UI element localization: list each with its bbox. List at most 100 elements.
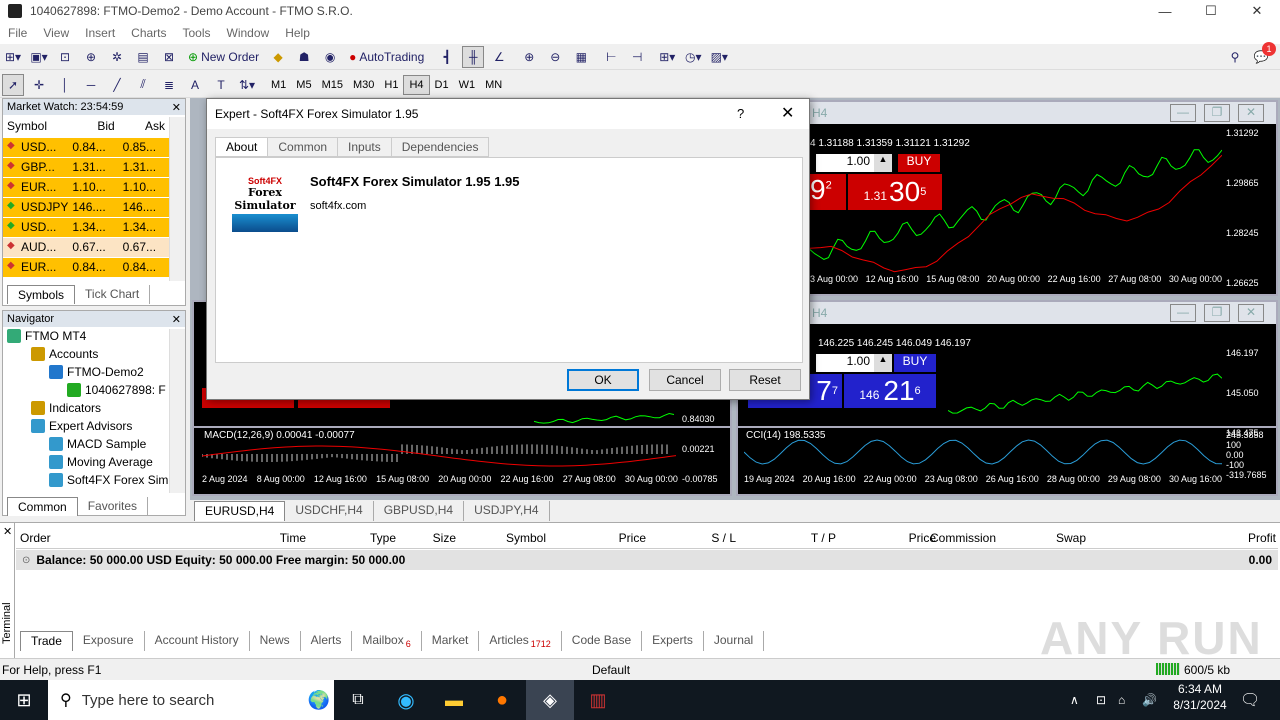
tab-alerts[interactable]: Alerts	[301, 631, 353, 652]
tab-exposure[interactable]: Exposure	[73, 631, 145, 652]
col-price[interactable]: Price	[556, 531, 646, 545]
symbol-row[interactable]: EUR... ◆ 1.10... 1.10...	[3, 177, 169, 198]
wifi-icon[interactable]: ⌂	[1118, 693, 1125, 707]
nav-item-macd-sample[interactable]: MACD Sample	[7, 435, 185, 453]
tray-chevron-icon[interactable]: ∧	[1070, 693, 1079, 707]
periods-icon[interactable]: ◷▾	[682, 46, 704, 68]
text-icon[interactable]: A	[184, 74, 206, 96]
tab-trade[interactable]: Trade	[20, 631, 73, 652]
zoom-out-icon[interactable]: ⊖	[544, 46, 566, 68]
col-symbol[interactable]: Symbol	[456, 531, 546, 545]
restore-button[interactable]: ❐	[1204, 304, 1230, 322]
nav-item-moving-average[interactable]: Moving Average	[7, 453, 185, 471]
tab-about[interactable]: About	[215, 137, 269, 157]
navigator-scrollbar[interactable]	[169, 329, 185, 493]
tab-inputs[interactable]: Inputs	[337, 137, 392, 157]
ok-button[interactable]: OK	[567, 369, 639, 391]
indicators-icon[interactable]: ⊞▾	[656, 46, 678, 68]
col-swap[interactable]: Swap	[976, 531, 1086, 545]
col-time[interactable]: Time	[216, 531, 306, 545]
new-order-button[interactable]: ⊕ New Order	[184, 46, 263, 68]
text-label-icon[interactable]: T	[210, 74, 232, 96]
tab-tick-chart[interactable]: Tick Chart	[75, 285, 151, 304]
chart-tab-usdjpy-h4[interactable]: USDJPY,H4	[464, 501, 550, 521]
new-chart-icon[interactable]: ⊞▾	[2, 46, 24, 68]
zoom-in-icon[interactable]: ⊕	[518, 46, 540, 68]
data-window-icon[interactable]: ⊕	[80, 46, 102, 68]
symbol-row[interactable]: USD... ◆ 1.34... 1.34...	[3, 217, 169, 238]
tab-common[interactable]: Common	[267, 137, 339, 157]
chart-tab-gbpusd-h4[interactable]: GBPUSD,H4	[374, 501, 465, 521]
profiles-icon[interactable]: ▣▾	[28, 46, 50, 68]
task-view-icon[interactable]: ⧉	[334, 691, 382, 709]
buy-button[interactable]: BUY	[894, 354, 936, 372]
menu-insert[interactable]: Insert	[77, 26, 123, 40]
menu-charts[interactable]: Charts	[123, 26, 174, 40]
metaeditor-icon[interactable]: ◆	[267, 46, 289, 68]
templates-icon[interactable]: ▨▾	[708, 46, 730, 68]
col-s-l[interactable]: S / L	[656, 531, 736, 545]
trendline-icon[interactable]: ╱	[106, 74, 128, 96]
reset-button[interactable]: Reset	[729, 369, 801, 391]
col-ask[interactable]: Ask	[118, 115, 169, 138]
nav-item-accounts[interactable]: Accounts	[7, 345, 185, 363]
autoscroll-icon[interactable]: ⊢	[600, 46, 622, 68]
nav-item-indicators[interactable]: Indicators	[7, 399, 185, 417]
notifications-icon[interactable]: 💬 1	[1250, 42, 1276, 68]
nav-item-1040627898-f[interactable]: 1040627898: F	[7, 381, 185, 399]
candlestick-icon[interactable]: ╫	[462, 45, 485, 68]
terminal-icon[interactable]: ▤	[132, 46, 154, 68]
symbol-row[interactable]: GBP... ◆ 1.31... 1.31...	[3, 157, 169, 178]
symbol-row[interactable]: AUD... ◆ 0.67... 0.67...	[3, 237, 169, 258]
market-watch-icon[interactable]: ⊡	[54, 46, 76, 68]
col-type[interactable]: Type	[316, 531, 396, 545]
vertical-line-icon[interactable]: │	[54, 74, 76, 96]
clock[interactable]: 6:34 AM 8/31/2024	[1168, 682, 1232, 712]
navigator-icon[interactable]: ✲	[106, 46, 128, 68]
tab-account-history[interactable]: Account History	[145, 631, 250, 652]
restore-button[interactable]: ❐	[1204, 104, 1230, 122]
horizontal-line-icon[interactable]: ─	[80, 74, 102, 96]
search-icon[interactable]: ⚲	[1224, 46, 1246, 68]
autotrading-button[interactable]: ● AutoTrading	[345, 46, 428, 68]
col-t-p[interactable]: T / P	[736, 531, 836, 545]
expert-website[interactable]: soft4fx.com	[310, 200, 366, 212]
chart-tab-eurusd-h4[interactable]: EURUSD,H4	[194, 501, 286, 521]
signals-icon[interactable]: ◉	[319, 46, 341, 68]
tab-market[interactable]: Market	[422, 631, 480, 652]
menu-file[interactable]: File	[0, 26, 35, 40]
action-center-icon[interactable]: 🗨	[1240, 690, 1260, 710]
symbol-row[interactable]: EUR... ◆ 0.84... 0.84...	[3, 257, 169, 278]
firefox-icon[interactable]: ●	[478, 689, 526, 712]
file-explorer-icon[interactable]: ▬	[430, 690, 478, 711]
tab-mailbox[interactable]: Mailbox 6	[352, 631, 422, 652]
windows-start-icon[interactable]: ⊞	[0, 690, 48, 711]
channel-icon[interactable]: ⫽	[132, 74, 154, 96]
timeframe-m5[interactable]: M5	[291, 75, 316, 95]
cursor-icon[interactable]: ➚	[2, 73, 24, 96]
nav-item-ftmo-mt4[interactable]: FTMO MT4	[7, 327, 185, 345]
volume-icon[interactable]: 🔊	[1142, 693, 1157, 707]
bar-chart-icon[interactable]: ┫	[436, 46, 458, 68]
close-button[interactable]: ✕	[1238, 104, 1264, 122]
arrows-icon[interactable]: ⇅▾	[236, 74, 258, 96]
lot-spinner[interactable]: ▲	[874, 354, 892, 372]
network-icon[interactable]: ⊡	[1096, 693, 1106, 707]
community-icon[interactable]: ☗	[293, 46, 315, 68]
menu-view[interactable]: View	[35, 26, 77, 40]
terminal-close-icon[interactable]: ✕	[3, 525, 12, 538]
nav-item-ftmo-demo2[interactable]: FTMO-Demo2	[7, 363, 185, 381]
tab-symbols[interactable]: Symbols	[7, 285, 76, 304]
close-icon[interactable]: ✕	[172, 101, 181, 114]
tab-articles[interactable]: Articles 1712	[479, 631, 562, 652]
maximize-button[interactable]: ☐	[1188, 0, 1234, 22]
mt4-taskbar-icon[interactable]: ◈	[526, 680, 574, 720]
close-button[interactable]: ✕	[1238, 304, 1264, 322]
tab-experts[interactable]: Experts	[642, 631, 704, 652]
tab-code-base[interactable]: Code Base	[562, 631, 643, 652]
menu-window[interactable]: Window	[219, 26, 278, 40]
minimize-button[interactable]: —	[1170, 304, 1196, 322]
lot-field[interactable]: 1.00	[816, 354, 874, 372]
tab-news[interactable]: News	[250, 631, 301, 652]
nav-item-soft4fx-forex-sim[interactable]: Soft4FX Forex Sim	[7, 471, 185, 489]
